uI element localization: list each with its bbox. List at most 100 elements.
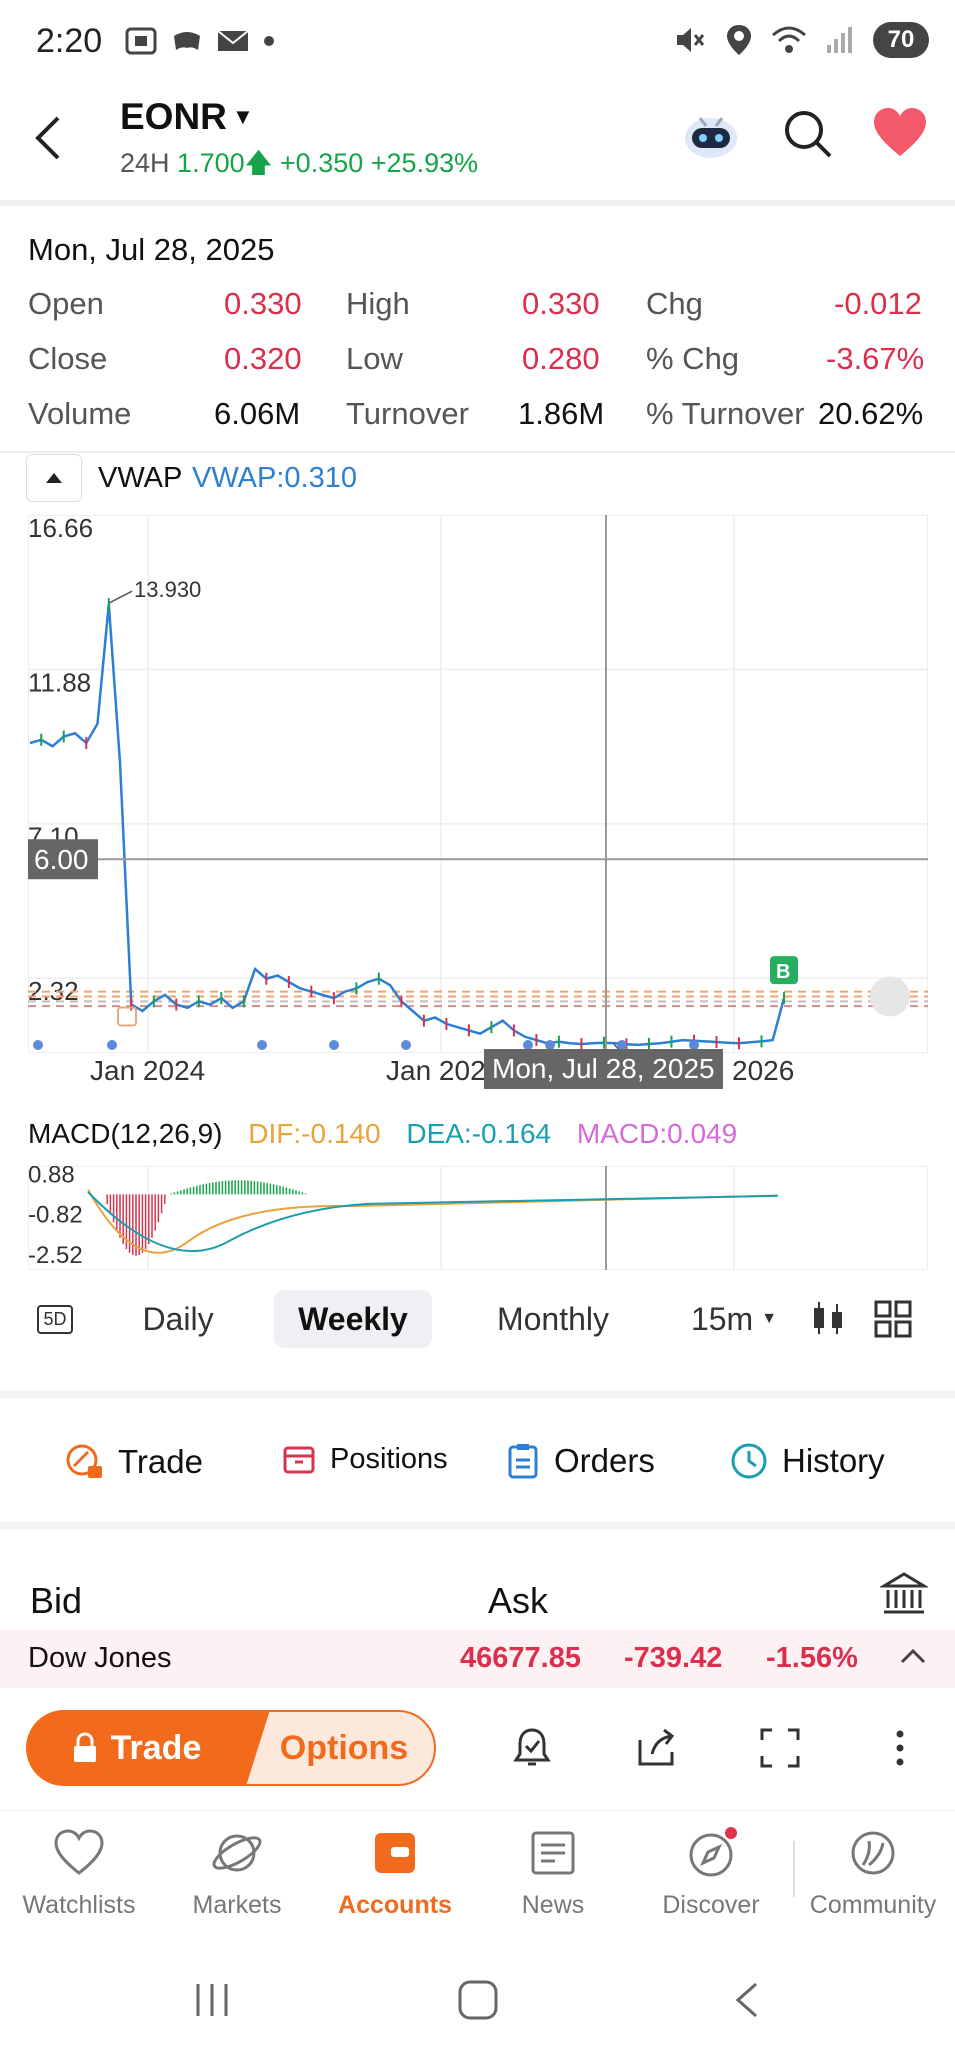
mute-icon: [677, 28, 705, 52]
macd-legend: MACD(12,26,9) DIF:-0.140 DEA:-0.164 MACD…: [28, 1118, 738, 1149]
nav-watchlists[interactable]: Watchlists: [4, 1825, 154, 1920]
stats-row: Open 0.330 High 0.330 Chg -0.012: [28, 286, 922, 321]
history-clock-icon: [731, 1443, 767, 1479]
caret-up-icon: [46, 473, 62, 483]
orders-action[interactable]: Orders: [506, 1442, 655, 1480]
index-value: 46677.85: [460, 1642, 581, 1674]
signal-icon: [827, 27, 852, 53]
lock-icon: [117, 1006, 137, 1027]
wallet-icon: [375, 1833, 415, 1873]
high-marker-label: 13.930: [134, 577, 201, 602]
bottom-navigation: Watchlists Markets Accounts News Discove…: [0, 1810, 955, 1940]
orders-icon: [508, 1444, 538, 1479]
history-action[interactable]: History: [730, 1442, 885, 1480]
nav-news[interactable]: News: [478, 1825, 628, 1920]
macd-chart[interactable]: 0.88 -0.82 -2.52: [28, 1166, 928, 1270]
nav-discover[interactable]: Discover: [636, 1825, 786, 1920]
event-dot: [33, 1040, 43, 1050]
dot-icon: [264, 36, 274, 46]
chevron-down-icon: ▼: [761, 1310, 778, 1327]
x-axis-label: 2026: [732, 1055, 795, 1086]
index-change-pct: -1.56%: [766, 1642, 858, 1674]
system-back-icon[interactable]: [726, 1978, 770, 2022]
price-alert-icon[interactable]: [510, 1726, 554, 1770]
macd-dea: DEA:-0.164: [406, 1118, 552, 1149]
more-options-icon[interactable]: [878, 1726, 922, 1770]
event-dot: [107, 1040, 117, 1050]
trade-options-pill: Options Trade: [26, 1710, 436, 1786]
bid-label: Bid: [30, 1580, 83, 1621]
index-ticker[interactable]: Dow Jones 46677.85 -739.42 -1.56%: [0, 1630, 955, 1688]
location-icon: [727, 25, 751, 55]
bank-icon[interactable]: [880, 1570, 928, 1618]
macd-dea-line: [87, 1191, 779, 1253]
buy-marker-label: B: [776, 961, 790, 983]
news-icon: [531, 1831, 575, 1875]
trade-icon: [66, 1444, 102, 1478]
y-tick-label: 16.66: [28, 515, 93, 543]
stats-row: Close 0.320 Low 0.280 % Chg -3.67%: [28, 341, 925, 376]
y-tick-label: -0.82: [28, 1202, 83, 1229]
positions-icon: [283, 1446, 315, 1474]
bid-ask-header: Bid Ask: [0, 1560, 955, 1630]
status-time: 2:20: [36, 22, 103, 60]
screenshot-icon: [125, 27, 157, 55]
daily-button[interactable]: Daily: [126, 1290, 230, 1348]
nav-accounts[interactable]: Accounts: [320, 1825, 470, 1920]
period-selector: 5D Daily Weekly Monthly 15m ▼: [0, 1284, 955, 1364]
fullscreen-icon[interactable]: [758, 1726, 802, 1770]
trade-action[interactable]: Trade: [64, 1442, 203, 1482]
ticker-symbol[interactable]: EONR: [120, 96, 227, 138]
indicator-bar: VWAP VWAP:0.310: [26, 454, 926, 504]
interval-dropdown[interactable]: 15m ▼: [686, 1290, 782, 1348]
macd-dif: DIF:-0.140: [248, 1118, 381, 1149]
layout-grid-icon[interactable]: [874, 1300, 912, 1338]
nav-markets[interactable]: Markets: [162, 1825, 312, 1920]
weekly-button[interactable]: Weekly: [274, 1290, 432, 1348]
price-change: +0.350: [279, 148, 364, 178]
battery-level: 70: [873, 22, 929, 58]
positions-action[interactable]: Positions: [282, 1442, 448, 1476]
quote-line: 24H 1.700🡅 +0.350 +25.93%: [120, 148, 479, 178]
high-marker-line: [108, 590, 133, 604]
game-icon: [174, 32, 200, 50]
y-tick-label: 0.88: [28, 1166, 75, 1189]
monthly-button[interactable]: Monthly: [480, 1290, 626, 1348]
planet-icon: [212, 1834, 262, 1872]
recent-apps-icon[interactable]: [190, 1978, 234, 2022]
chevron-down-icon[interactable]: ▼: [232, 104, 254, 130]
five-day-button[interactable]: 5D: [34, 1290, 76, 1348]
status-bar: 2:20 70: [0, 0, 955, 90]
nav-community[interactable]: Community: [798, 1825, 948, 1920]
community-icon: [851, 1831, 895, 1875]
system-navigation-bar: [0, 1950, 955, 2048]
trade-button[interactable]: Trade: [26, 1710, 270, 1786]
macd-value: MACD:0.049: [576, 1118, 738, 1149]
price-chart[interactable]: 16.6611.887.102.326.0013.9300.267B: [28, 515, 928, 1053]
collapse-button[interactable]: [26, 454, 82, 502]
candlestick-icon[interactable]: [810, 1298, 846, 1338]
event-dot: [257, 1040, 267, 1050]
stats-row: Volume 6.06M Turnover 1.86M % Turnover 2…: [28, 396, 924, 431]
index-change: -739.42: [624, 1642, 723, 1674]
home-icon[interactable]: [456, 1978, 500, 2022]
x-axis-label: Jan 2024: [90, 1055, 206, 1086]
stats-date: Mon, Jul 28, 2025: [28, 232, 275, 267]
ask-label: Ask: [488, 1580, 549, 1621]
robot-assistant-icon[interactable]: [680, 104, 742, 166]
macd-dif-line: [87, 1189, 779, 1254]
event-dot: [329, 1040, 339, 1050]
y-tick-label: -2.52: [28, 1242, 83, 1269]
lock-icon: [73, 1732, 96, 1762]
last-price: 1.700: [177, 148, 245, 178]
crosshair-price-label: 6.00: [34, 844, 89, 875]
search-icon[interactable]: [780, 106, 834, 160]
indicator-name[interactable]: VWAP: [98, 462, 182, 495]
back-button[interactable]: [24, 108, 74, 168]
event-dot: [401, 1040, 411, 1050]
chevron-up-icon[interactable]: [898, 1642, 928, 1672]
compass-icon: [689, 1827, 737, 1877]
heart-outline-icon: [54, 1829, 104, 1875]
watchlist-heart-icon[interactable]: [872, 106, 928, 160]
share-icon[interactable]: [634, 1726, 678, 1770]
